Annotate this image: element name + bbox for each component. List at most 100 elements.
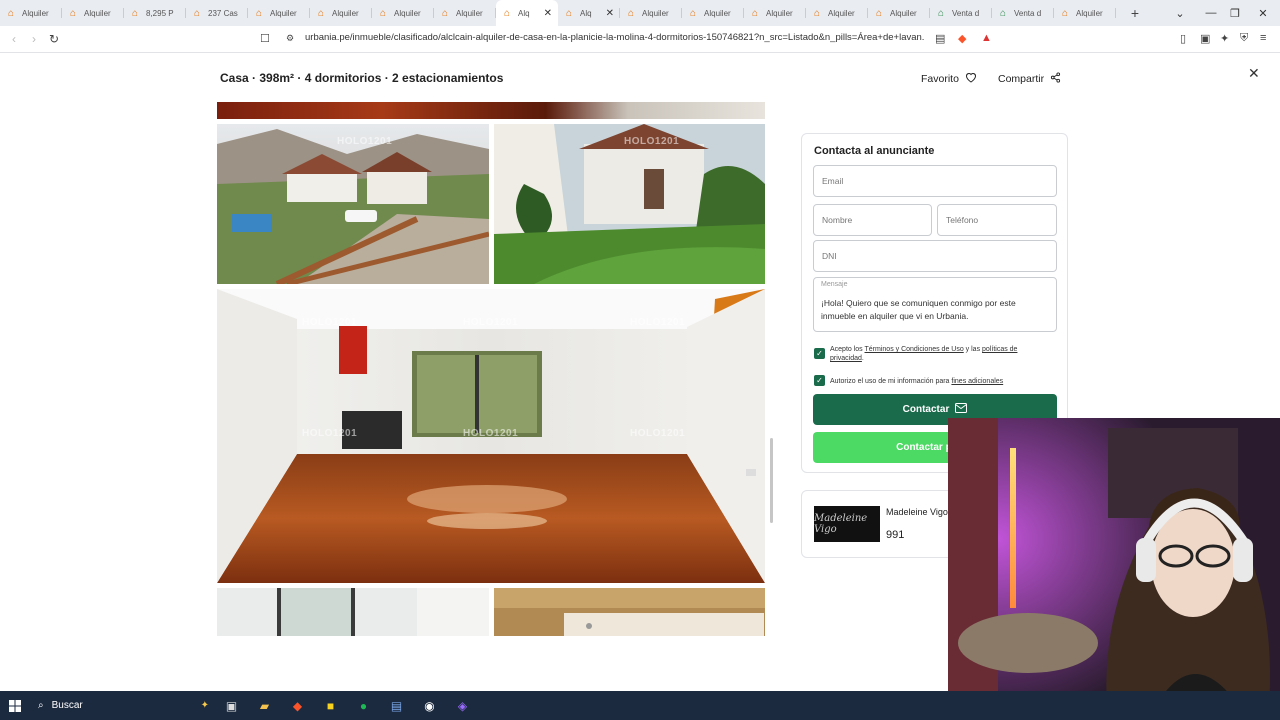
terms-mid: y las: [963, 346, 983, 353]
favorite-button[interactable]: Favorito: [921, 72, 977, 86]
agent-name[interactable]: Madeleine Vigo: [886, 507, 948, 517]
file-explorer-icon[interactable]: ▰: [248, 691, 281, 720]
phone-field[interactable]: Teléfono: [937, 204, 1057, 236]
forward-icon[interactable]: ›: [24, 29, 44, 49]
vpn-icon[interactable]: ⛨: [1240, 32, 1248, 45]
task-view-icon[interactable]: ▣: [215, 691, 248, 720]
browser-tab[interactable]: ⌂ Alquiler: [744, 0, 806, 26]
terms-checkbox[interactable]: ✓: [814, 348, 825, 359]
name-field[interactable]: Nombre: [813, 204, 932, 236]
browser-tab[interactable]: ⌂ Alquiler: [310, 0, 372, 26]
gallery-scrollbar[interactable]: [770, 438, 773, 523]
browser-tab[interactable]: ⌂ Alquiler: [62, 0, 124, 26]
photo-top-strip[interactable]: [217, 102, 765, 119]
wallet-icon[interactable]: ▣: [1200, 32, 1210, 45]
extensions-icon[interactable]: ✦: [1220, 32, 1229, 45]
reload-icon[interactable]: ↻: [44, 29, 64, 49]
photo-garden[interactable]: HOLO1201: [494, 124, 765, 284]
browser-tab[interactable]: ⌂ Alquiler: [806, 0, 868, 26]
new-tab-button[interactable]: +: [1122, 0, 1148, 26]
menu-icon[interactable]: ≡: [1260, 32, 1266, 44]
discord-icon[interactable]: ◈: [446, 691, 479, 720]
browser-tab[interactable]: ⌂ Alquiler: [372, 0, 434, 26]
brave-rewards-icon[interactable]: ▲: [981, 32, 992, 44]
close-tab-icon[interactable]: ✕: [606, 8, 614, 19]
spotify-icon[interactable]: ●: [347, 691, 380, 720]
browser-tab-label: Alquiler: [642, 8, 669, 18]
watermark: HOLO1201: [463, 428, 519, 439]
restore-icon[interactable]: ❐: [1220, 0, 1250, 26]
browser-tab-label: Alquiler: [332, 8, 359, 18]
share-button[interactable]: Compartir: [998, 72, 1061, 86]
reader-mode-icon[interactable]: ▤: [935, 32, 945, 45]
browser-tab[interactable]: ⌂ Alquiler: [682, 0, 744, 26]
photo-bathtub[interactable]: [494, 588, 765, 636]
windows-start-icon[interactable]: [0, 691, 30, 720]
consent-checkbox[interactable]: ✓: [814, 375, 825, 386]
browser-tab-strip: ⌂ Alquiler ⌂ Alquiler ⌂ 8,295 P ⌂ 237 Cas ⌂ Alqui…: [0, 0, 1280, 26]
close-gallery-icon[interactable]: ✕: [1248, 65, 1260, 82]
site-favicon-icon: ⌂: [565, 7, 573, 19]
site-favicon-icon: ⌂: [751, 7, 759, 19]
sidebar-icon[interactable]: ▯: [1180, 32, 1186, 45]
close-tab-icon[interactable]: ✕: [544, 8, 552, 19]
browser-tab-label: Alquiler: [270, 8, 297, 18]
dni-field[interactable]: DNI: [813, 240, 1057, 272]
sticky-notes-icon[interactable]: ■: [314, 691, 347, 720]
browser-tab[interactable]: ⌂ Venta d: [930, 0, 992, 26]
consent-link[interactable]: fines adicionales: [951, 378, 1003, 385]
browser-tab-label: Alquiler: [456, 8, 483, 18]
browser-tab-label: Alquiler: [704, 8, 731, 18]
app-window-icon[interactable]: ▤: [380, 691, 413, 720]
photo-living-room[interactable]: HOLO1201 HOLO1201 HOLO1201 HOLO1201 HOLO…: [217, 289, 765, 583]
share-icon: [1050, 72, 1061, 86]
browser-tab-label: Alquiler: [22, 8, 49, 18]
browser-tab[interactable]: ⌂ Alquiler: [620, 0, 682, 26]
site-favicon-icon: ⌂: [255, 7, 263, 19]
site-favicon-icon: ⌂: [627, 7, 635, 19]
consent-prefix: Autorizo el uso de mi información para: [830, 378, 952, 385]
brave-browser-icon[interactable]: ◆: [281, 691, 314, 720]
taskbar-search-label: Buscar: [51, 700, 83, 711]
site-favicon-icon: ⌂: [1061, 7, 1069, 19]
site-info-icon[interactable]: ⚙: [286, 33, 294, 44]
browser-tab-label: Alquiler: [394, 8, 421, 18]
browser-tab[interactable]: ⌂ Alq ✕: [496, 0, 558, 26]
site-favicon-icon: ⌂: [131, 7, 139, 19]
back-icon[interactable]: ‹: [4, 29, 24, 49]
address-bar[interactable]: urbania.pe/inmueble/clasificado/alclcain…: [305, 32, 925, 43]
browser-tab-label: 237 Cas: [208, 8, 238, 18]
browser-tab[interactable]: ⌂ Alquiler: [0, 0, 62, 26]
windows-taskbar: ⌕ Buscar ✦ ▣ ▰ ◆ ■ ● ▤ ◉ ◈: [0, 691, 1280, 720]
browser-tab-label: Alquiler: [84, 8, 111, 18]
browser-tab-label: Alq: [518, 8, 530, 18]
browser-tab-label: Venta d: [952, 8, 980, 18]
browser-tab[interactable]: ⌂ Alq ✕: [558, 0, 620, 26]
brave-shields-icon[interactable]: ◆: [958, 32, 966, 45]
window-close-icon[interactable]: ✕: [1248, 0, 1278, 26]
photo-bathroom[interactable]: [217, 588, 489, 636]
watermark: HOLO1201: [337, 136, 393, 147]
browser-tab[interactable]: ⌂ Alquiler: [434, 0, 496, 26]
obs-icon[interactable]: ◉: [413, 691, 446, 720]
agent-phone[interactable]: 991: [886, 529, 904, 541]
browser-tab[interactable]: ⌂ Alquiler: [868, 0, 930, 26]
email-field[interactable]: Email: [813, 165, 1057, 197]
photo-house-exterior[interactable]: HOLO1201: [217, 124, 489, 284]
heart-icon: [965, 72, 977, 86]
browser-tab[interactable]: ⌂ Alquiler: [1054, 0, 1116, 26]
bookmark-icon[interactable]: ☐: [260, 32, 270, 45]
taskbar-search[interactable]: ⌕ Buscar ✦: [30, 691, 215, 720]
site-favicon-icon: ⌂: [503, 7, 511, 19]
browser-tab[interactable]: ⌂ 237 Cas: [186, 0, 248, 26]
webcam-overlay: [948, 418, 1280, 720]
watermark: HOLO1201: [630, 317, 686, 328]
browser-tab[interactable]: ⌂ Alquiler: [248, 0, 310, 26]
browser-tab[interactable]: ⌂ Venta d: [992, 0, 1054, 26]
tab-search-icon[interactable]: ⌄: [1165, 0, 1195, 26]
terms-link[interactable]: Términos y Condiciones de Uso: [865, 346, 964, 353]
watermark: HOLO1201: [463, 317, 519, 328]
contact-button-label: Contactar: [902, 404, 950, 415]
browser-tab[interactable]: ⌂ 8,295 P: [124, 0, 186, 26]
terms-prefix: Acepto los: [830, 346, 865, 353]
